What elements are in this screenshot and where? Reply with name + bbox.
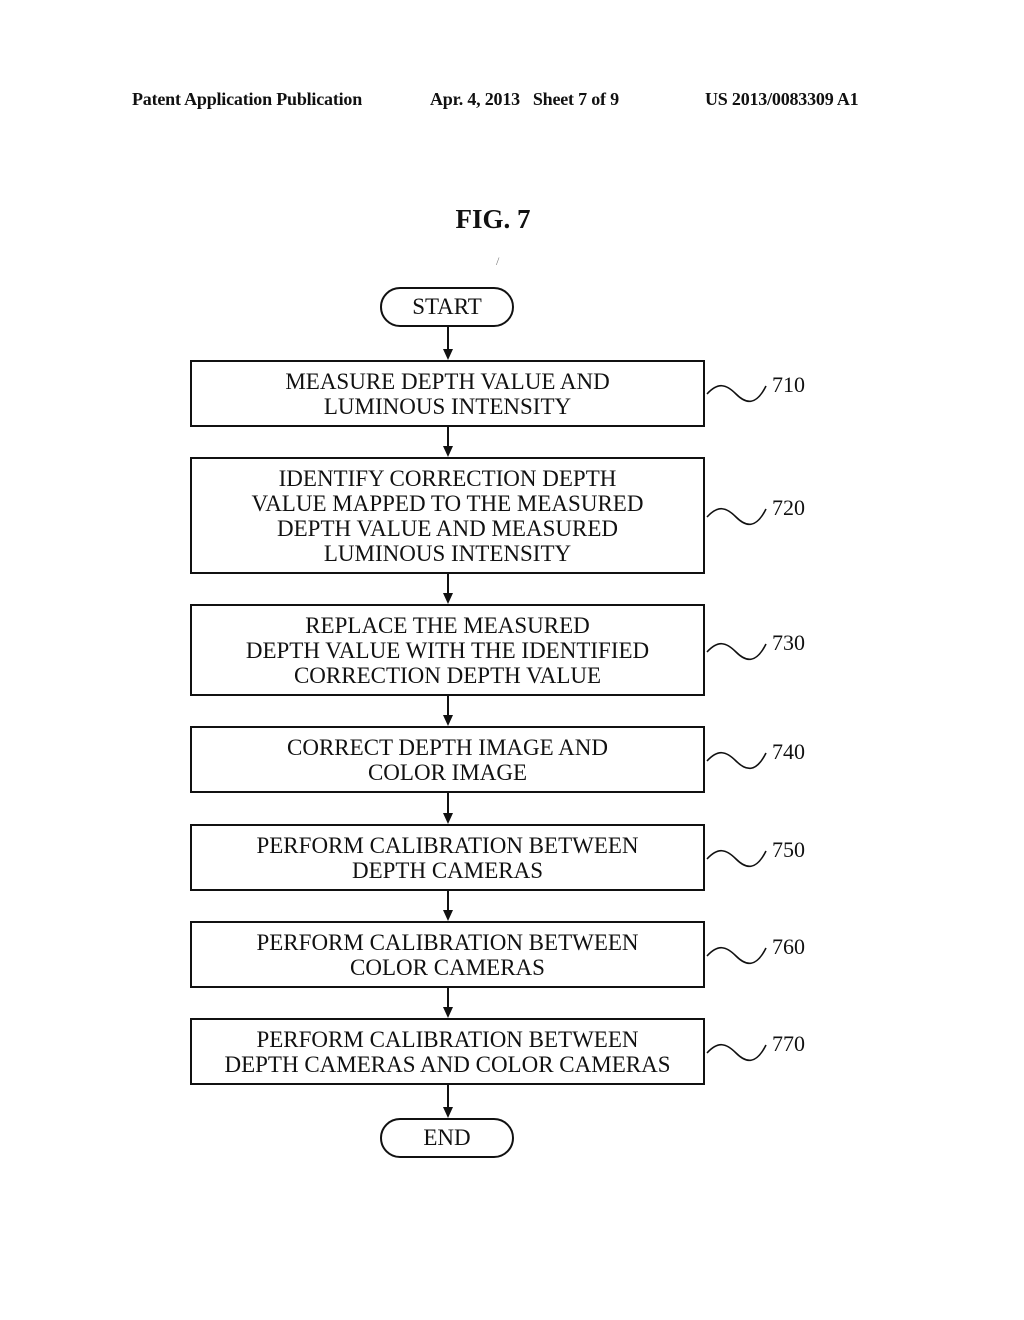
flow-arrow (443, 1085, 453, 1118)
leader-line-icon (706, 946, 767, 965)
step-box-720: IDENTIFY CORRECTION DEPTH VALUE MAPPED T… (190, 457, 705, 574)
end-label: END (423, 1125, 471, 1150)
date-sheet-label: Apr. 4, 2013 Sheet 7 of 9 (430, 89, 619, 109)
step-text: IDENTIFY CORRECTION DEPTH VALUE MAPPED T… (251, 465, 644, 566)
reference-number: 710 (772, 372, 805, 397)
step-text: REPLACE THE MEASURED DEPTH VALUE WITH TH… (245, 612, 650, 688)
figure-title: FIG. 7 (455, 204, 531, 234)
step-text: PERFORM CALIBRATION BETWEEN DEPTH CAMERA… (224, 1026, 671, 1077)
reference-number: 720 (772, 495, 805, 520)
flow-arrow (443, 988, 453, 1018)
leader-line-icon (706, 384, 767, 403)
leader-line-icon (706, 1043, 767, 1062)
reference-number: 730 (772, 630, 805, 655)
leader-line-icon (706, 751, 767, 770)
step-text: MEASURE DEPTH VALUE AND LUMINOUS INTENSI… (285, 368, 610, 419)
step-text: CORRECT DEPTH IMAGE AND COLOR IMAGE (287, 734, 608, 785)
reference-number: 770 (772, 1031, 805, 1056)
reference-number: 750 (772, 837, 805, 862)
start-terminal: START (380, 287, 514, 327)
reference-number: 760 (772, 934, 805, 959)
leader-line-icon (706, 507, 767, 526)
step-box-710: MEASURE DEPTH VALUE AND LUMINOUS INTENSI… (190, 360, 705, 427)
publication-label: Patent Application Publication (132, 89, 363, 109)
flow-arrow (443, 327, 453, 360)
step-box-730: REPLACE THE MEASURED DEPTH VALUE WITH TH… (190, 604, 705, 696)
scan-artifact: / (496, 254, 500, 268)
flow-arrow (443, 427, 453, 457)
flow-arrow (443, 891, 453, 921)
flow-arrow (443, 793, 453, 824)
step-text: PERFORM CALIBRATION BETWEEN DEPTH CAMERA… (256, 832, 639, 883)
step-box-740: CORRECT DEPTH IMAGE AND COLOR IMAGE (190, 726, 705, 793)
flow-arrow (443, 574, 453, 604)
step-box-770: PERFORM CALIBRATION BETWEEN DEPTH CAMERA… (190, 1018, 705, 1085)
reference-number: 740 (772, 739, 805, 764)
leader-line-icon (706, 849, 767, 868)
end-terminal: END (380, 1118, 514, 1158)
step-box-750: PERFORM CALIBRATION BETWEEN DEPTH CAMERA… (190, 824, 705, 891)
start-label: START (412, 294, 482, 319)
patent-number: US 2013/0083309 A1 (705, 89, 859, 109)
leader-line-icon (706, 642, 767, 661)
flow-arrow (443, 696, 453, 726)
step-text: PERFORM CALIBRATION BETWEEN COLOR CAMERA… (256, 929, 639, 980)
step-box-760: PERFORM CALIBRATION BETWEEN COLOR CAMERA… (190, 921, 705, 988)
